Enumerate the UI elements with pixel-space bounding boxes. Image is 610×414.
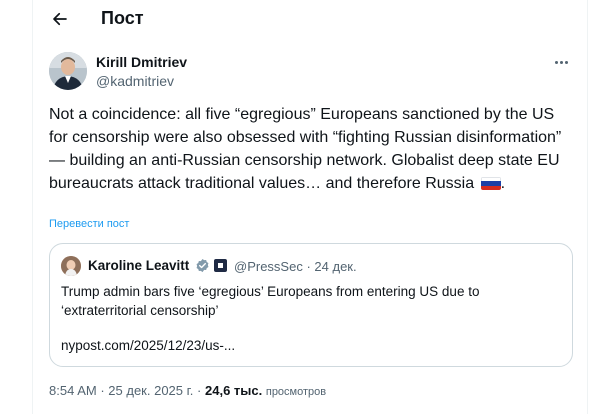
page-title: Пост [101,8,144,28]
verified-badge-icon [196,258,209,273]
footer-separator: · [100,383,105,398]
post-footer: 8:54 AM · 25 дек. 2025 г. · 24,6 тыс. пр… [49,383,326,398]
translate-post-link[interactable]: Перевести пост [49,218,129,230]
quote-author-handle: @PressSec [234,259,303,274]
meta-separator: · [306,259,311,274]
post-page: Пост Kirill Dmitriev @kadmitriev Not a c… [32,0,588,414]
more-dot-icon [554,60,558,64]
tweet-text-period: . [500,175,506,192]
post-date[interactable]: 25 дек. 2025 г. [108,383,193,398]
views-count: 24,6 тыс. [205,383,263,398]
quote-meta: @PressSec · 24 дек. [234,259,357,274]
affiliation-badge-icon [214,259,227,272]
views-label: просмотров [265,386,327,398]
more-dot-icon [559,60,563,64]
post-time[interactable]: 8:54 AM [49,383,97,398]
arrow-left-icon [53,12,67,26]
quote-author-name: Karoline Leavitt [88,258,190,273]
back-button[interactable] [47,6,73,32]
avatar[interactable] [49,52,87,90]
quote-date: 24 дек. [314,259,357,274]
footer-separator: · [197,383,202,398]
more-options-button[interactable] [549,52,573,72]
avatar [61,256,81,276]
author-photo [49,52,87,90]
author-handle[interactable]: @kadmitriev [96,73,174,89]
quote-link[interactable]: nypost.com/2025/12/23/us-... [61,338,235,353]
tweet-text: Not a coincidence: all five “egregious” … [49,103,577,195]
author-name[interactable]: Kirill Dmitriev [96,54,187,70]
russia-flag-icon [480,177,501,190]
quote-text: Trump admin bars five ‘egregious’ Europe… [61,284,480,318]
quoted-post[interactable]: Karoline Leavitt @PressSec · 24 дек. Tru… [49,243,573,367]
more-dot-icon [564,60,568,64]
quote-author-photo [61,256,81,276]
post-header: Пост [33,0,589,40]
